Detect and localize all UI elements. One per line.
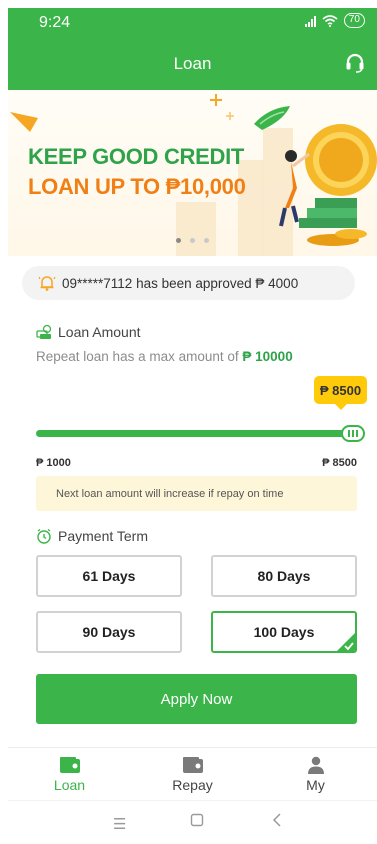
sparkle-icon [210, 94, 234, 120]
banner-pagination[interactable] [176, 238, 209, 243]
term-option-61[interactable]: 61 Days [36, 555, 182, 597]
headset-icon[interactable] [345, 52, 365, 74]
term-option-90[interactable]: 90 Days [36, 611, 182, 653]
money-stack-icon [36, 324, 52, 339]
selected-amount-bubble: ₱ 8500 [314, 376, 367, 410]
payment-term-title: Payment Term [36, 528, 148, 544]
wallet-icon [182, 757, 203, 773]
slider-max-label: ₱ 8500 [322, 457, 357, 469]
term-option-label: 80 Days [257, 568, 311, 584]
tab-repay[interactable]: Repay [131, 748, 254, 800]
menu-icon[interactable]: ☰ [113, 815, 126, 833]
term-option-label: 90 Days [82, 624, 136, 640]
tab-label: Loan [53, 777, 86, 793]
back-icon[interactable] [272, 812, 282, 832]
repay-tip: Next loan amount will increase if repay … [36, 476, 357, 511]
term-option-label: 61 Days [82, 568, 136, 584]
person-icon [307, 756, 324, 774]
max-amount-prefix: Repeat loan has a max amount of [36, 349, 239, 364]
payment-term-label: Payment Term [58, 528, 148, 544]
banner-dot[interactable] [176, 238, 181, 243]
wifi-icon [322, 14, 338, 27]
banner-dot[interactable] [204, 238, 209, 243]
page-title: Loan [173, 54, 212, 73]
notice-text: 09*****7112 has been approved ₱ 4000 [62, 275, 299, 291]
banner-headline: KEEP GOOD CREDIT [28, 144, 245, 169]
tab-my[interactable]: My [254, 748, 377, 800]
amount-slider-thumb[interactable] [341, 425, 365, 442]
banner-dot[interactable] [190, 238, 195, 243]
amount-slider-track[interactable] [36, 430, 358, 437]
system-nav-bar: ☰ [8, 800, 377, 844]
approval-notice: 09*****7112 has been approved ₱ 4000 [22, 266, 355, 300]
checkmark-icon [337, 633, 355, 651]
banner-leaf-icon [10, 112, 38, 132]
status-time: 9:24 [39, 14, 71, 31]
slider-min-label: ₱ 1000 [36, 457, 71, 469]
tab-loan[interactable]: Loan [8, 748, 131, 800]
term-option-label: 100 Days [253, 624, 315, 640]
bell-icon [38, 276, 56, 291]
loan-amount-label: Loan Amount [58, 324, 141, 340]
battery-icon: 70 [343, 13, 365, 28]
term-option-80[interactable]: 80 Days [211, 555, 357, 597]
promo-banner[interactable]: KEEP GOOD CREDIT LOAN UP TO ₱10,000 [8, 90, 377, 256]
status-bar: 9:24 70 [8, 8, 377, 38]
banner-subheadline: LOAN UP TO ₱10,000 [28, 174, 246, 199]
app-header: Loan [8, 38, 377, 90]
phone-screen: 9:24 70 Loan KEEP GOOD CREDIT LOAN UP TO… [0, 0, 377, 844]
loan-amount-title: Loan Amount [36, 324, 141, 340]
alarm-clock-icon [37, 528, 51, 544]
wallet-icon [59, 757, 80, 773]
term-option-100[interactable]: 100 Days [211, 611, 357, 653]
bottom-tab-bar: Loan Repay My [8, 747, 377, 800]
max-amount-value: ₱ 10000 [242, 349, 293, 364]
home-icon[interactable] [190, 813, 204, 831]
banner-building [176, 202, 216, 256]
tab-label: My [306, 777, 325, 793]
status-icons: 70 [304, 13, 365, 28]
banner-illustration [279, 124, 377, 246]
tab-label: Repay [172, 777, 213, 793]
apply-now-button[interactable]: Apply Now [36, 674, 357, 724]
signal-icon [304, 15, 316, 27]
max-amount-note: Repeat loan has a max amount of ₱ 10000 [36, 349, 293, 364]
